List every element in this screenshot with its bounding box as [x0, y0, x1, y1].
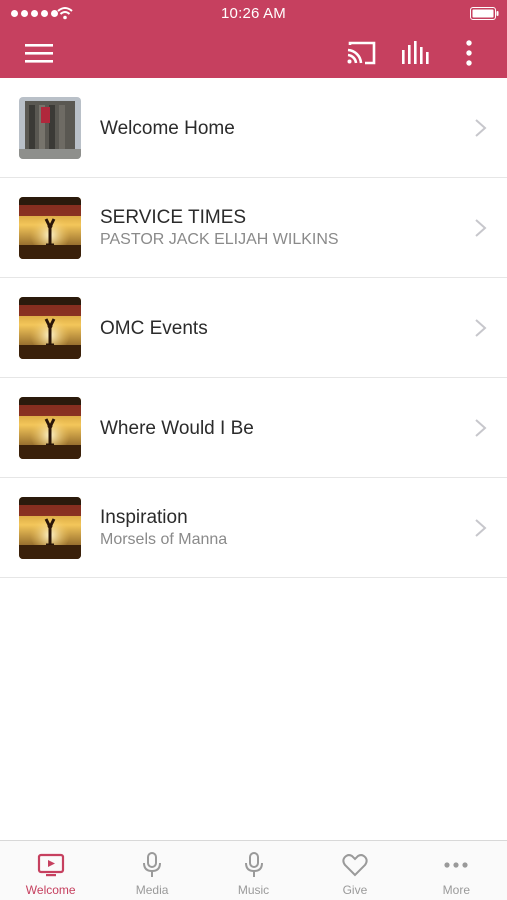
- toolbar: [0, 28, 507, 78]
- chevron-right-icon: [475, 519, 487, 537]
- tab-welcome[interactable]: Welcome: [0, 841, 101, 900]
- list-item[interactable]: OMC Events: [0, 278, 507, 378]
- tab-label: Music: [237, 883, 270, 897]
- church-logo-thumbnail: [19, 497, 81, 559]
- tab-label: Welcome: [25, 883, 76, 897]
- chevron-right-icon: [475, 419, 487, 437]
- building-thumbnail: [19, 97, 81, 159]
- church-logo-thumbnail: [19, 397, 81, 459]
- list-item[interactable]: Inspiration Morsels of Manna: [0, 478, 507, 578]
- list-item-title: Inspiration: [100, 507, 188, 528]
- church-logo-thumbnail: [19, 197, 81, 259]
- cast-icon[interactable]: [344, 36, 378, 70]
- list-item-title: Where Would I Be: [100, 417, 254, 439]
- list-item-title: OMC Events: [100, 317, 208, 339]
- list-item-title: Welcome Home: [100, 117, 235, 139]
- microphone-icon: [244, 852, 263, 877]
- tab-label: Media: [135, 883, 169, 897]
- hamburger-menu-icon[interactable]: [22, 36, 56, 70]
- list-item[interactable]: SERVICE TIMES PASTOR JACK ELIJAH WILKINS: [0, 178, 507, 278]
- chevron-right-icon: [475, 219, 487, 237]
- tab-label: More: [442, 883, 470, 897]
- content-list: Welcome Home SERVICE TIMES PASTOR JACK E…: [0, 78, 507, 578]
- list-item-subtitle: PASTOR JACK ELIJAH WILKINS: [100, 231, 339, 248]
- list-item[interactable]: Where Would I Be: [0, 378, 507, 478]
- horizontal-dots-icon: [444, 862, 468, 868]
- status-time: 10:26 AM: [221, 5, 286, 22]
- heart-icon: [342, 854, 368, 877]
- church-logo-thumbnail: [19, 297, 81, 359]
- tab-more[interactable]: More: [406, 841, 507, 900]
- list-item[interactable]: Welcome Home: [0, 78, 507, 178]
- list-item-title: SERVICE TIMES: [100, 207, 247, 228]
- microphone-icon: [143, 852, 162, 877]
- status-bar: 10:26 AM: [0, 0, 507, 28]
- tab-music[interactable]: Music: [203, 841, 304, 900]
- equalizer-icon[interactable]: [397, 36, 431, 70]
- app-header: 10:26 AM: [0, 0, 507, 78]
- tab-give[interactable]: Give: [304, 841, 405, 900]
- chevron-right-icon: [475, 319, 487, 337]
- tv-icon: [37, 853, 64, 877]
- list-item-subtitle: Morsels of Manna: [100, 531, 228, 548]
- vertical-dots-icon[interactable]: [452, 36, 486, 70]
- battery-icon: [470, 7, 499, 20]
- tab-label: Give: [342, 883, 368, 897]
- tab-bar: Welcome Media Music Give More: [0, 840, 507, 900]
- tab-media[interactable]: Media: [101, 841, 202, 900]
- chevron-right-icon: [475, 119, 487, 137]
